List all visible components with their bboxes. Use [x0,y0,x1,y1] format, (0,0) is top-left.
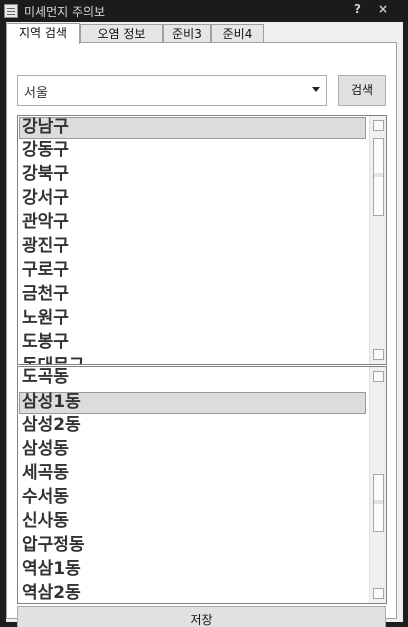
district-item[interactable]: 관악구 [19,212,366,234]
district-item[interactable]: 구로구 [19,260,366,282]
app-window: 미세먼지 주의보 ? × 지역 검색 오염 정보 준비3 준비4 서울 검색 강… [0,0,408,627]
district-item[interactable]: 강북구 [19,164,366,186]
help-button[interactable]: ? [354,2,361,16]
dong-scrollbar[interactable] [369,367,386,603]
scroll-up-button[interactable] [373,120,384,131]
district-item[interactable]: 금천구 [19,284,366,306]
window-title: 미세먼지 주의보 [24,5,106,19]
scroll-up-button[interactable] [373,371,384,382]
chevron-down-icon[interactable] [312,87,320,92]
client-area: 지역 검색 오염 정보 준비3 준비4 서울 검색 강남구 강동구 강북구 강서… [6,22,403,627]
dong-item[interactable]: 삼성2동 [19,415,366,437]
dong-item[interactable]: 도곡동 [19,367,366,389]
dong-item[interactable]: 삼성1동 [19,392,366,414]
dong-item[interactable]: 압구정동 [19,535,366,557]
tab-prep4[interactable]: 준비4 [211,24,264,43]
scroll-thumb[interactable] [373,474,384,532]
district-item[interactable]: 광진구 [19,236,366,258]
district-item[interactable]: 강동구 [19,140,366,162]
dong-item[interactable]: 삼성동 [19,439,366,461]
district-item[interactable]: 강남구 [19,117,366,139]
scroll-down-button[interactable] [373,588,384,599]
tab-pollution-info[interactable]: 오염 정보 [80,24,163,43]
title-bar: 미세먼지 주의보 ? × [0,0,408,22]
dong-item[interactable]: 역삼1동 [19,559,366,581]
scroll-down-button[interactable] [373,349,384,360]
dong-list[interactable]: 도곡동 삼성1동 삼성2동 삼성동 세곡동 수서동 신사동 압구정동 역삼1동 … [17,366,387,604]
district-item[interactable]: 도봉구 [19,332,366,354]
tab-region-search[interactable]: 지역 검색 [6,23,80,44]
close-button[interactable]: × [378,2,388,16]
save-button[interactable]: 저장 [17,606,386,627]
district-scrollbar[interactable] [369,116,386,364]
district-item[interactable]: 노원구 [19,308,366,330]
dong-item[interactable]: 세곡동 [19,463,366,485]
app-icon [4,4,18,18]
tab-prep3[interactable]: 준비3 [163,24,211,43]
search-button[interactable]: 검색 [338,75,386,106]
scroll-thumb[interactable] [373,138,384,216]
district-item[interactable]: 동대문구 [19,356,366,364]
city-select-value: 서울 [24,86,48,101]
district-list[interactable]: 강남구 강동구 강북구 강서구 관악구 광진구 구로구 금천구 노원구 도봉구 … [17,115,387,365]
tab-panel-region-search: 서울 검색 강남구 강동구 강북구 강서구 관악구 광진구 구로구 금천구 노원… [6,42,397,627]
city-select[interactable]: 서울 [17,75,327,106]
dong-item[interactable]: 신사동 [19,511,366,533]
dong-item[interactable]: 수서동 [19,487,366,509]
district-item[interactable]: 강서구 [19,188,366,210]
dong-item[interactable]: 역삼2동 [19,583,366,603]
